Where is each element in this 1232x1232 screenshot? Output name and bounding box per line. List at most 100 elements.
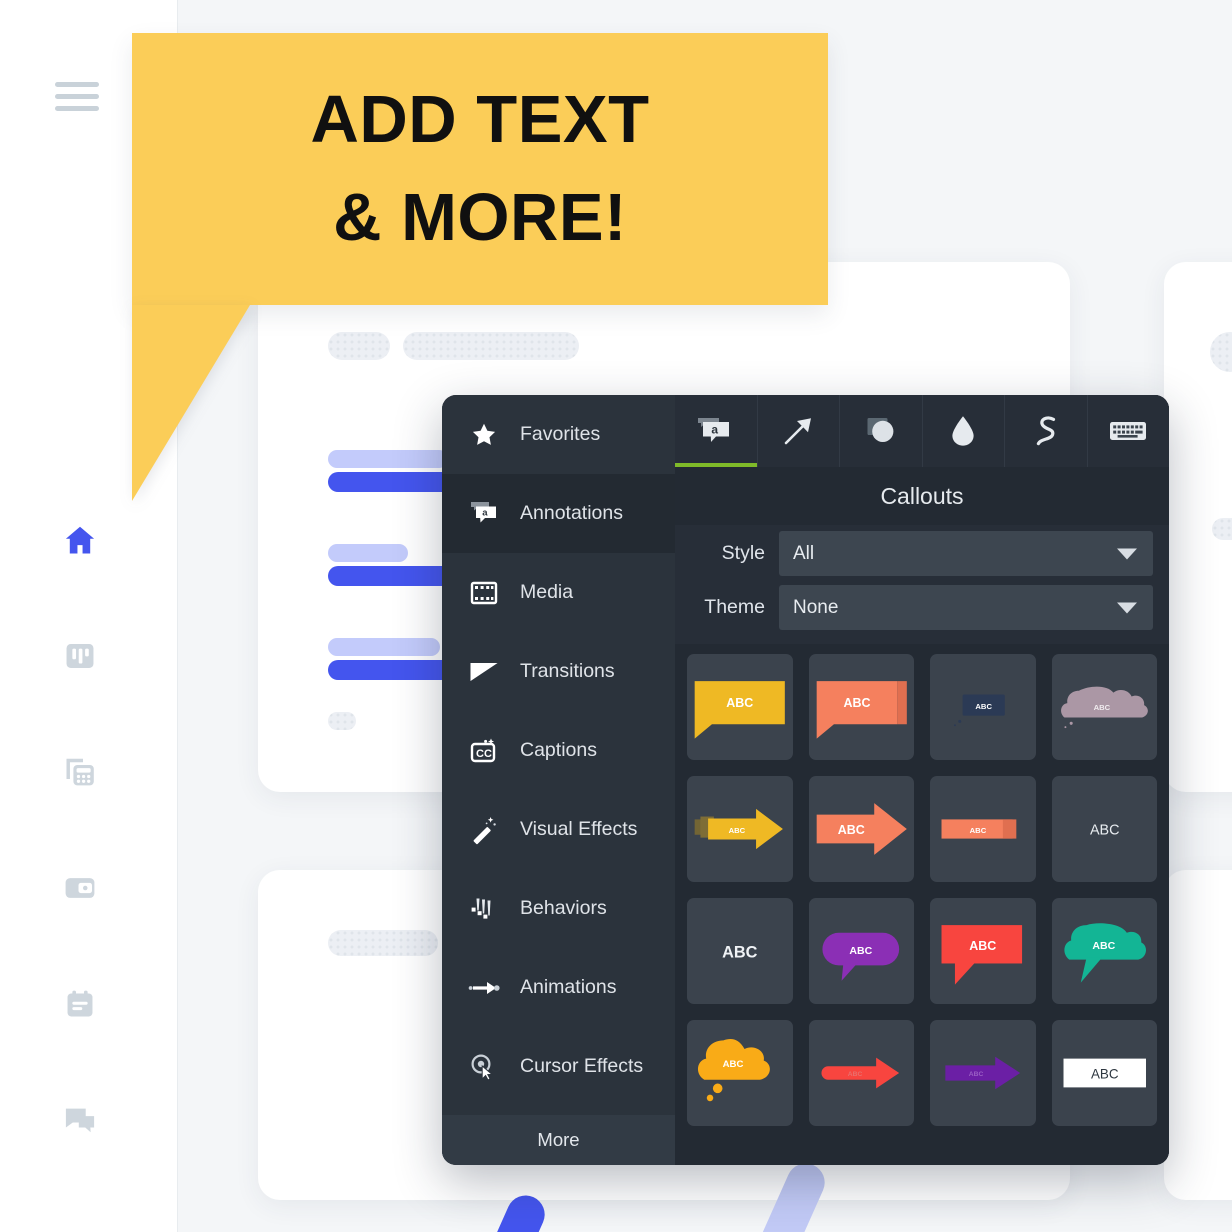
panel-item-label: Captions [520, 739, 597, 761]
svg-text:ABC: ABC [1090, 1067, 1118, 1082]
promo-banner-tail [132, 305, 250, 501]
panel-more-button[interactable]: More [442, 1115, 675, 1165]
callout-bold-text[interactable]: ABC [687, 898, 793, 1004]
svg-text:ABC: ABC [1089, 823, 1119, 839]
callout-red-small-arrow[interactable]: ABC [808, 1020, 914, 1126]
background-card-right-lower [1164, 870, 1232, 1200]
annotation-callout-icon: a [467, 497, 501, 531]
svg-text:ABC: ABC [970, 826, 987, 835]
promo-banner-line-2: & MORE! [333, 180, 627, 255]
sidebar-item-home[interactable] [54, 514, 106, 566]
panel-filters: Style All Theme None [675, 525, 1169, 644]
panel-item-captions[interactable]: CC Captions [442, 711, 675, 790]
sidebar-item-board[interactable] [54, 630, 106, 682]
chevron-down-icon [1117, 548, 1137, 559]
callout-teal-cloud[interactable]: ABC [1051, 898, 1157, 1004]
tab-blur[interactable] [923, 395, 1005, 467]
theme-filter-label: Theme [704, 596, 765, 618]
theme-filter-row: Theme None [683, 585, 1153, 630]
svg-text:ABC: ABC [843, 696, 870, 710]
arrow-icon [784, 418, 812, 445]
blur-drop-icon [952, 416, 974, 446]
panel-item-favorites[interactable]: Favorites [442, 395, 675, 474]
callout-red-speech[interactable]: ABC [930, 898, 1036, 1004]
cursor-effects-icon [467, 1050, 501, 1084]
panel-item-visual-effects[interactable]: Visual Effects [442, 790, 675, 869]
tab-sketch[interactable] [1005, 395, 1088, 467]
svg-text:ABC: ABC [837, 823, 864, 837]
svg-text:ABC: ABC [726, 696, 753, 710]
home-icon [65, 526, 95, 554]
panel-item-transitions[interactable]: Transitions [442, 632, 675, 711]
sidebar-item-calculator[interactable] [54, 746, 106, 798]
callout-gallery: ABC ABC ABC ABC ABC ABC ABC ABC ABC ABC … [675, 644, 1169, 1165]
callout-yellow-speech[interactable]: ABC [687, 654, 793, 760]
tab-keystrokes[interactable] [1088, 395, 1170, 467]
squiggle-icon [1036, 416, 1055, 446]
promo-banner-line-1: ADD TEXT [310, 82, 650, 158]
panel-item-label: Transitions [520, 660, 615, 682]
tab-callouts[interactable]: a [675, 395, 758, 467]
theme-filter-select[interactable]: None [779, 585, 1153, 630]
svg-text:ABC: ABC [723, 1059, 744, 1070]
svg-text:ABC: ABC [969, 939, 996, 953]
film-strip-icon [467, 576, 501, 610]
svg-text:ABC: ABC [969, 1071, 984, 1078]
panel-item-cursor-effects[interactable]: Cursor Effects [442, 1027, 675, 1106]
skeleton-pill [328, 712, 356, 730]
tab-shapes[interactable] [840, 395, 923, 467]
callout-yellow-arrow[interactable]: ABC [687, 776, 793, 882]
panel-title: Callouts [675, 467, 1169, 525]
skeleton-bar [328, 450, 448, 468]
panel-item-label: Annotations [520, 502, 623, 524]
skeleton-pill [328, 332, 390, 360]
wallet-icon [65, 878, 95, 898]
sidebar-item-chat[interactable] [54, 1094, 106, 1146]
callout-mauve-cloud[interactable]: ABC [1051, 654, 1157, 760]
panel-item-label: Animations [520, 976, 617, 998]
keyboard-icon [1110, 422, 1147, 440]
chat-icon [65, 1108, 95, 1133]
callout-coral-bar[interactable]: ABC [930, 776, 1036, 882]
style-filter-row: Style All [683, 531, 1153, 576]
panel-item-behaviors[interactable]: Behaviors [442, 869, 675, 948]
callout-orange-thought-cloud[interactable]: ABC [687, 1020, 793, 1126]
skeleton-bar [328, 544, 408, 562]
style-filter-value: All [793, 542, 815, 564]
hamburger-icon[interactable] [55, 82, 99, 118]
panel-item-media[interactable]: Media [442, 553, 675, 632]
behaviors-icon [467, 892, 501, 926]
panel-item-label: Cursor Effects [520, 1055, 644, 1077]
tab-arrows[interactable] [758, 395, 840, 467]
panel-item-annotations[interactable]: a Annotations [442, 474, 675, 553]
star-icon [467, 418, 501, 452]
callout-plain-text[interactable]: ABC [1051, 776, 1157, 882]
panel-main-area: a Callouts Style All Theme None ABC ABC … [675, 395, 1169, 1165]
theme-filter-value: None [793, 596, 839, 618]
sidebar-item-calendar[interactable] [54, 978, 106, 1030]
svg-text:a: a [711, 422, 718, 436]
callout-white-box[interactable]: ABC [1051, 1020, 1157, 1126]
callout-navy-small-box[interactable]: ABC [930, 654, 1036, 760]
callout-coral-arrow[interactable]: ABC [808, 776, 914, 882]
magic-wand-icon [467, 813, 501, 847]
transition-icon [467, 655, 501, 689]
callout-purple-bubble[interactable]: ABC [808, 898, 914, 1004]
panel-category-sidebar: Favorites a Annotations Media Transition… [442, 395, 675, 1165]
panel-tabbar: a [675, 395, 1169, 467]
svg-text:ABC: ABC [849, 945, 872, 957]
panel-item-label: Favorites [520, 423, 601, 445]
chevron-down-icon [1117, 602, 1137, 613]
callout-coral-speech-3d[interactable]: ABC [808, 654, 914, 760]
skeleton-bar [328, 660, 456, 680]
callout-purple-small-arrow[interactable]: ABC [930, 1020, 1036, 1126]
style-filter-select[interactable]: All [779, 531, 1153, 576]
sidebar-item-wallet[interactable] [54, 862, 106, 914]
skeleton-pill [328, 930, 438, 956]
svg-text:ABC: ABC [1093, 703, 1110, 712]
panel-item-label: Media [520, 581, 574, 603]
skeleton-bar [328, 638, 440, 656]
panel-item-animations[interactable]: Animations [442, 948, 675, 1027]
calendar-icon [67, 990, 93, 1017]
skeleton-pill [403, 332, 579, 360]
